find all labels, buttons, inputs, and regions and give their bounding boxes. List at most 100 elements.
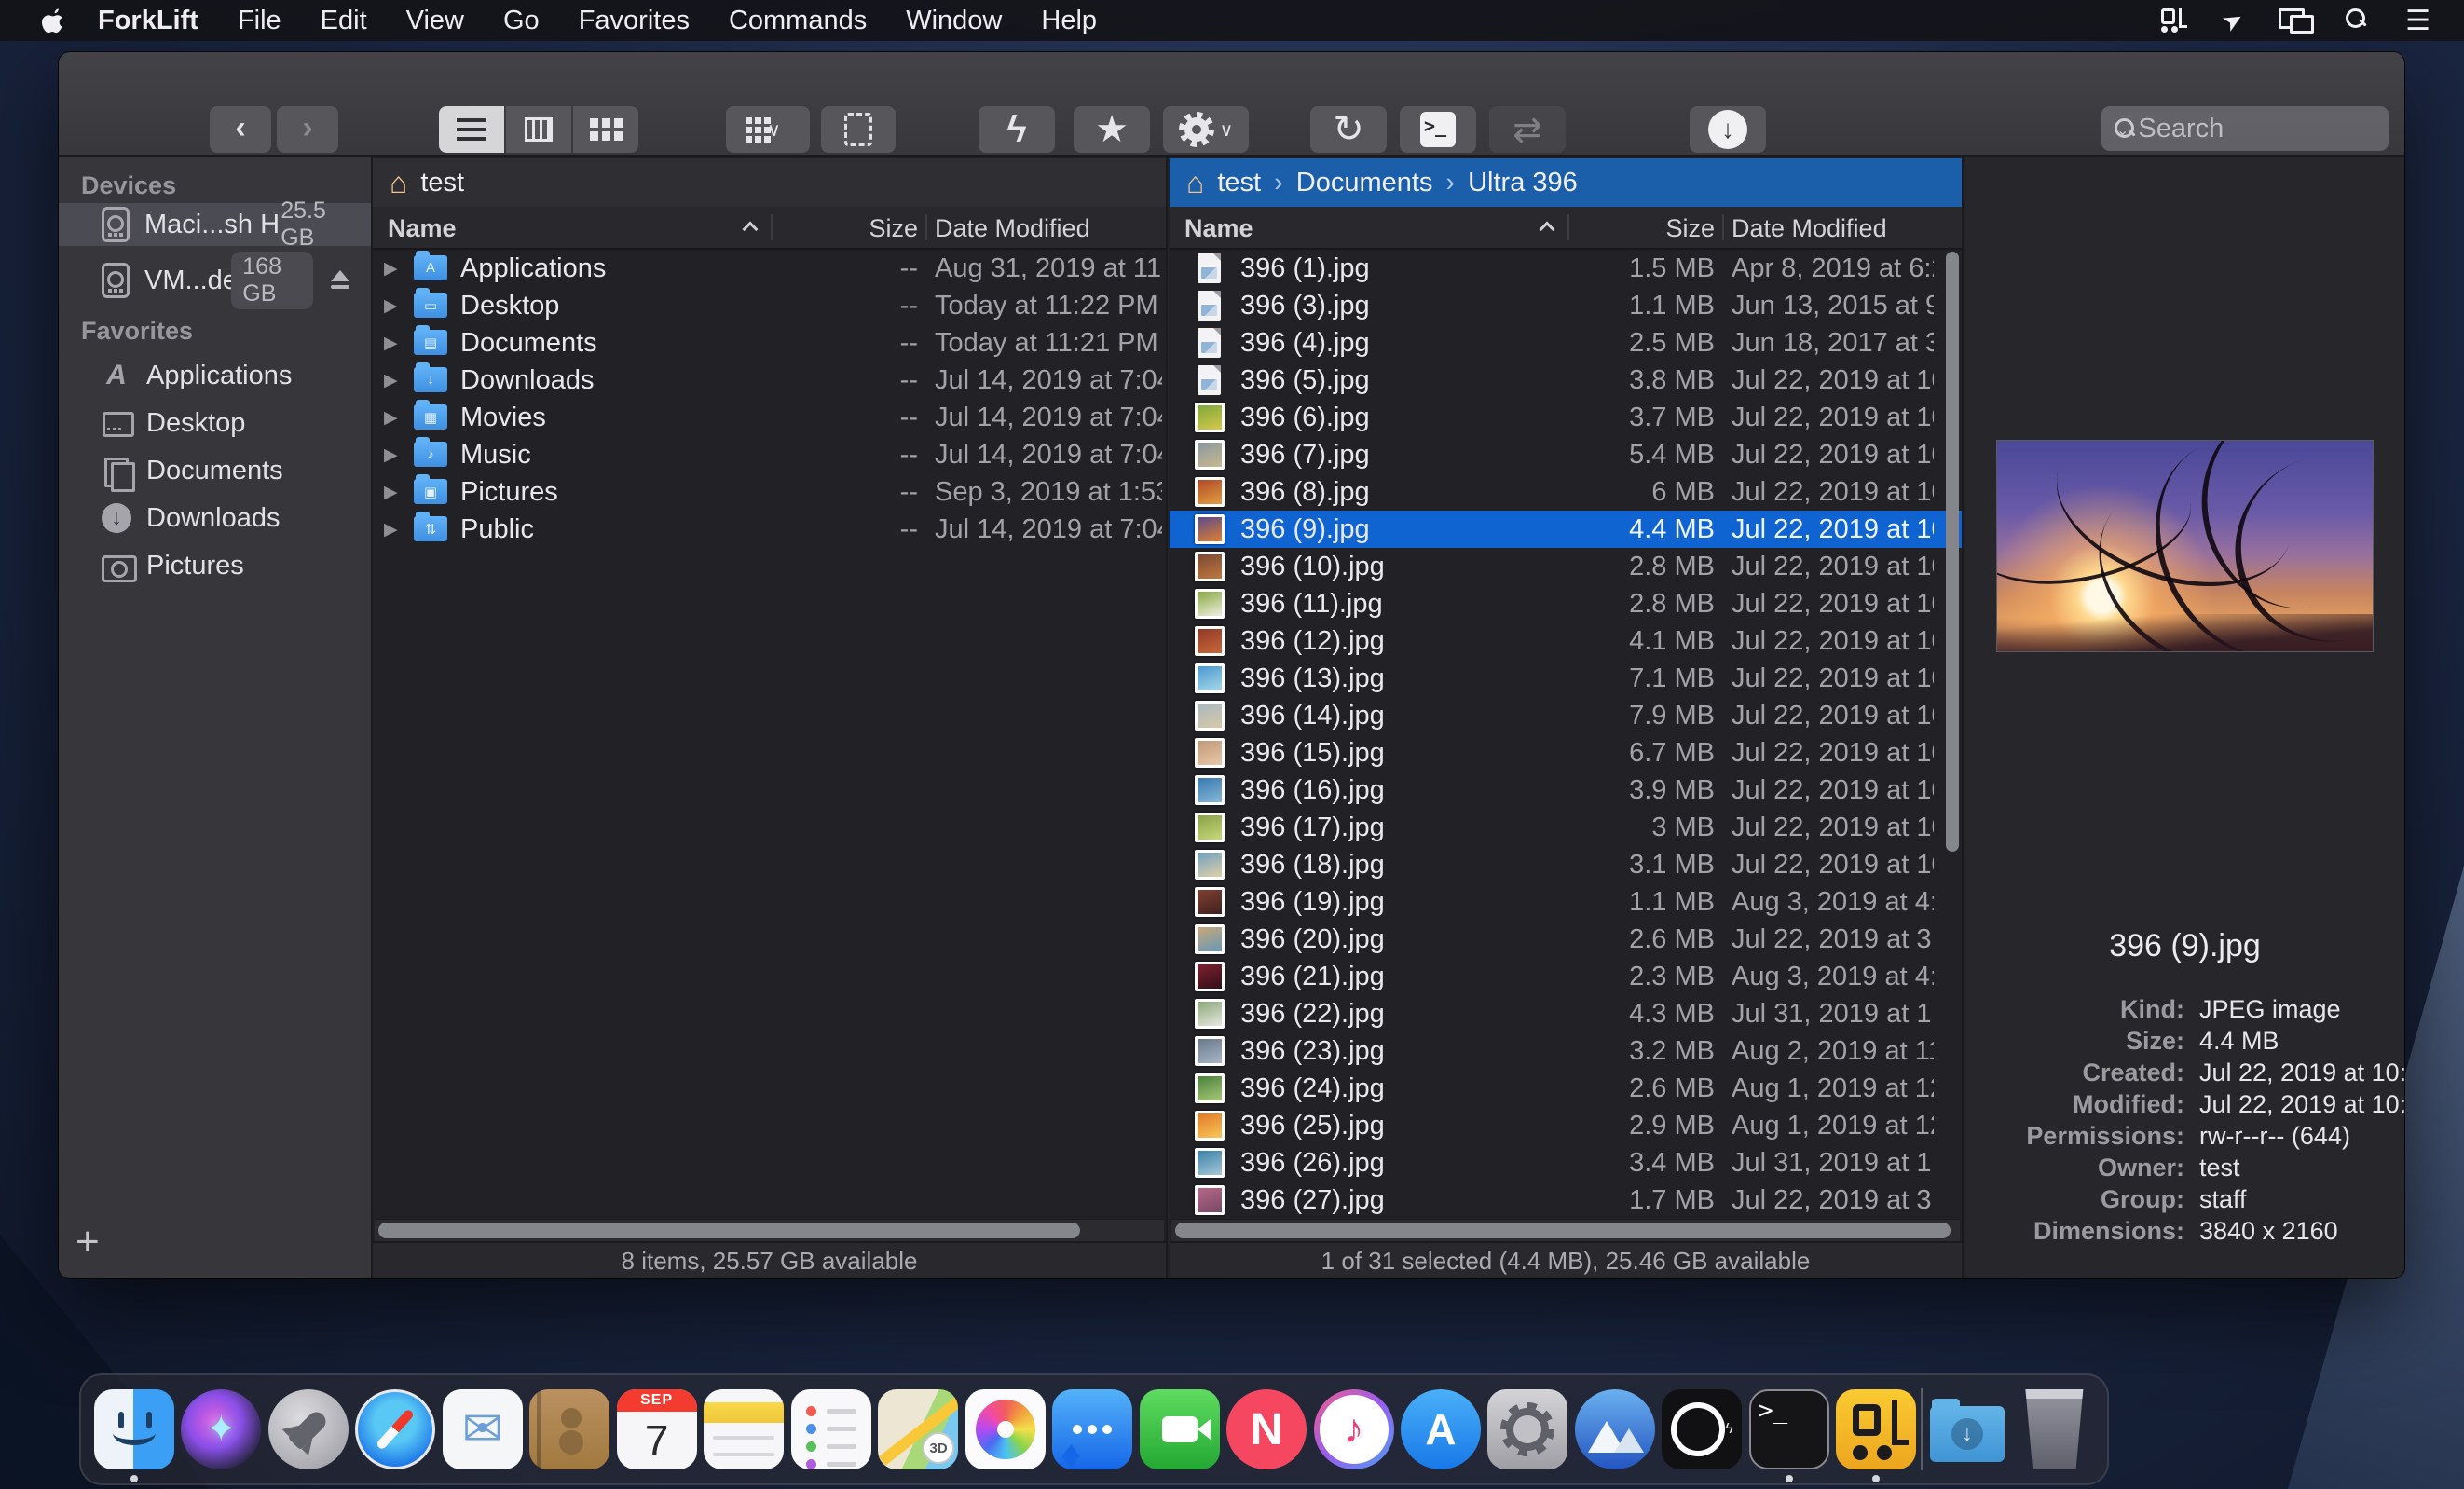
disclosure-triangle-icon[interactable]: ▶: [384, 519, 398, 540]
menu-item-commands[interactable]: Commands: [709, 0, 886, 41]
column-size[interactable]: Size: [778, 214, 918, 243]
dock-facetime-icon[interactable]: [1136, 1375, 1223, 1483]
column-size[interactable]: Size: [1575, 214, 1715, 243]
file-row-396-13-jpg[interactable]: 396 (13).jpg7.1 MBJul 22, 2019 at 10:: [1170, 660, 1962, 697]
column-date-modified[interactable]: Date Modified: [935, 214, 1090, 243]
sidebar-item-pictures[interactable]: Pictures: [59, 544, 371, 587]
dock-appstore-icon[interactable]: A: [1397, 1375, 1484, 1483]
file-row-downloads[interactable]: ▶↓Downloads--Jul 14, 2019 at 7:04...: [373, 362, 1166, 399]
transfers-button[interactable]: ⇄: [1489, 106, 1566, 153]
disclosure-triangle-icon[interactable]: ▶: [384, 444, 398, 466]
remote-cursor-icon[interactable]: ➤: [2223, 5, 2243, 36]
notification-list-icon[interactable]: ☰: [2405, 5, 2430, 36]
menu-item-help[interactable]: Help: [1021, 0, 1116, 41]
activities-button[interactable]: ϟ: [979, 106, 1055, 153]
file-row-396-8-jpg[interactable]: 396 (8).jpg6 MBJul 22, 2019 at 10:: [1170, 473, 1962, 511]
file-row-396-27-jpg[interactable]: 396 (27).jpg1.7 MBJul 22, 2019 at 3:3: [1170, 1182, 1962, 1219]
file-row-396-10-jpg[interactable]: 396 (10).jpg2.8 MBJul 22, 2019 at 10:: [1170, 548, 1962, 585]
dock-finder-icon[interactable]: [90, 1375, 177, 1483]
sidebar-device-macintosh-hd[interactable]: Maci...sh HD25.5 GB: [59, 203, 371, 246]
dock-reminders-icon[interactable]: [787, 1375, 874, 1483]
arrange-menu-button[interactable]: ∨: [726, 106, 810, 153]
sidebar-device-vm[interactable]: VM...ders168 GB: [59, 259, 371, 302]
file-row-396-25-jpg[interactable]: 396 (25).jpg2.9 MBAug 1, 2019 at 12:5: [1170, 1107, 1962, 1144]
dock-contacts-icon[interactable]: [526, 1375, 612, 1483]
disclosure-triangle-icon[interactable]: ▶: [384, 370, 398, 391]
dock-calendar-icon[interactable]: SEP7: [613, 1375, 700, 1483]
column-name[interactable]: Name: [388, 214, 457, 243]
select-marquee-button[interactable]: [821, 106, 896, 153]
file-row-public[interactable]: ▶⇅Public--Jul 14, 2019 at 7:04...: [373, 511, 1166, 548]
file-row-396-14-jpg[interactable]: 396 (14).jpg7.9 MBJul 22, 2019 at 10:: [1170, 697, 1962, 734]
dock-maps-icon[interactable]: 3D: [874, 1375, 961, 1483]
dock-safari-icon[interactable]: [351, 1375, 438, 1483]
sidebar-item-applications[interactable]: AApplications: [59, 354, 371, 397]
menu-item-file[interactable]: File: [218, 0, 301, 41]
forward-button[interactable]: ›: [277, 106, 338, 153]
left-horizontal-scrollbar[interactable]: [375, 1219, 1164, 1241]
file-row-movies[interactable]: ▶▦Movies--Jul 14, 2019 at 7:04...: [373, 399, 1166, 436]
forklift-status-icon[interactable]: [2159, 5, 2187, 36]
breadcrumb-test[interactable]: test: [1217, 168, 1261, 198]
disclosure-triangle-icon[interactable]: ▶: [384, 407, 398, 429]
file-row-documents[interactable]: ▶▤Documents--Today at 11:21 PM: [373, 324, 1166, 362]
disclosure-triangle-icon[interactable]: ▶: [384, 295, 398, 317]
menu-item-view[interactable]: View: [387, 0, 484, 41]
file-row-396-26-jpg[interactable]: 396 (26).jpg3.4 MBJul 31, 2019 at 1:3: [1170, 1144, 1962, 1182]
breadcrumb-ultra-396[interactable]: Ultra 396: [1468, 168, 1578, 198]
column-name[interactable]: Name: [1184, 214, 1253, 243]
file-row-396-9-jpg[interactable]: 396 (9).jpg4.4 MBJul 22, 2019 at 10:: [1170, 511, 1962, 548]
dock-terminal-icon[interactable]: >_: [1745, 1375, 1832, 1483]
sidebar-item-documents[interactable]: Documents: [59, 449, 371, 492]
terminal-button[interactable]: >_: [1400, 106, 1476, 153]
file-row-396-11-jpg[interactable]: 396 (11).jpg2.8 MBJul 22, 2019 at 10:: [1170, 585, 1962, 622]
file-row-396-21-jpg[interactable]: 396 (21).jpg2.3 MBAug 3, 2019 at 4:30: [1170, 958, 1962, 995]
column-date-modified[interactable]: Date Modified: [1732, 214, 1887, 243]
menu-item-edit[interactable]: Edit: [301, 0, 387, 41]
left-path-bar[interactable]: ⌂ test: [373, 158, 1166, 207]
file-row-396-1-jpg[interactable]: 396 (1).jpg1.5 MBApr 8, 2019 at 6:20: [1170, 250, 1962, 287]
file-row-396-20-jpg[interactable]: 396 (20).jpg2.6 MBJul 22, 2019 at 3:3: [1170, 921, 1962, 958]
file-row-396-23-jpg[interactable]: 396 (23).jpg3.2 MBAug 2, 2019 at 11:3: [1170, 1032, 1962, 1070]
file-row-396-5-jpg[interactable]: 396 (5).jpg3.8 MBJul 22, 2019 at 10:: [1170, 362, 1962, 399]
breadcrumb-documents[interactable]: Documents: [1296, 168, 1433, 198]
right-horizontal-scrollbar[interactable]: [1171, 1219, 1960, 1241]
file-row-desktop[interactable]: ▶▭Desktop--Today at 11:22 PM: [373, 287, 1166, 324]
menu-item-favorites[interactable]: Favorites: [559, 0, 709, 41]
file-row-pictures[interactable]: ▶▣Pictures--Sep 3, 2019 at 1:53...: [373, 473, 1166, 511]
dock-siri-icon[interactable]: ✦: [177, 1375, 264, 1483]
menu-item-go[interactable]: Go: [484, 0, 559, 41]
file-row-396-7-jpg[interactable]: 396 (7).jpg5.4 MBJul 22, 2019 at 10:: [1170, 436, 1962, 473]
disclosure-triangle-icon[interactable]: ▶: [384, 482, 398, 503]
spotlight-icon[interactable]: [2346, 5, 2370, 36]
back-button[interactable]: ‹: [210, 106, 271, 153]
sidebar-item-downloads[interactable]: Downloads: [59, 497, 371, 540]
menu-app-name[interactable]: ForkLift: [78, 0, 218, 41]
favorites-button[interactable]: ★: [1074, 106, 1150, 153]
view-icons-button[interactable]: [573, 106, 638, 153]
file-row-music[interactable]: ▶♪Music--Jul 14, 2019 at 7:04...: [373, 436, 1166, 473]
dock-launchpad-icon[interactable]: [265, 1375, 351, 1483]
dock-notes-icon[interactable]: [700, 1375, 787, 1483]
right-vertical-scrollbar[interactable]: [1945, 250, 1960, 1217]
right-path-bar[interactable]: ⌂ test›Documents›Ultra 396: [1170, 158, 1962, 207]
file-row-396-19-jpg[interactable]: 396 (19).jpg1.1 MBAug 3, 2019 at 4:3: [1170, 883, 1962, 921]
dock-photos-icon[interactable]: [962, 1375, 1048, 1483]
dock-trash-icon[interactable]: [2011, 1375, 2098, 1483]
preview-image[interactable]: [1996, 440, 2374, 652]
dock-sysprefs-icon[interactable]: [1485, 1375, 1571, 1483]
menu-item-window[interactable]: Window: [886, 0, 1021, 41]
sidebar-item-desktop[interactable]: Desktop: [59, 402, 371, 444]
search-input[interactable]: [2138, 114, 2404, 144]
dock-forklift-icon[interactable]: [1833, 1375, 1920, 1483]
add-favorite-button[interactable]: +: [75, 1219, 100, 1265]
disclosure-triangle-icon[interactable]: ▶: [384, 258, 398, 280]
dock-downloads-icon[interactable]: [1923, 1375, 2010, 1483]
file-row-396-17-jpg[interactable]: 396 (17).jpg3 MBJul 22, 2019 at 10:: [1170, 809, 1962, 846]
file-row-396-22-jpg[interactable]: 396 (22).jpg4.3 MBJul 31, 2019 at 1:3: [1170, 995, 1962, 1032]
apple-menu-icon[interactable]: [35, 7, 73, 34]
file-row-396-24-jpg[interactable]: 396 (24).jpg2.6 MBAug 1, 2019 at 12:5: [1170, 1070, 1962, 1107]
disclosure-triangle-icon[interactable]: ▶: [384, 333, 398, 354]
sync-button[interactable]: ↻: [1310, 106, 1387, 153]
file-row-396-12-jpg[interactable]: 396 (12).jpg4.1 MBJul 22, 2019 at 10:: [1170, 622, 1962, 660]
